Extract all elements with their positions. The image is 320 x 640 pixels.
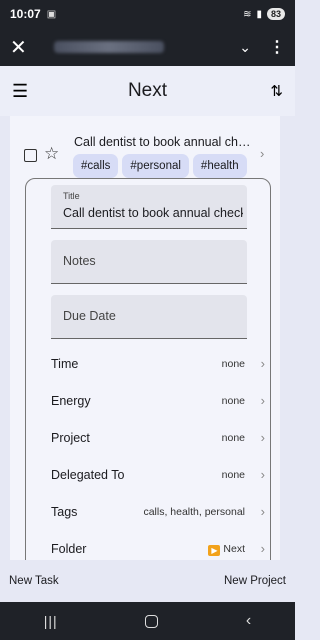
property-project[interactable]: Project none › [51, 429, 265, 449]
tag-chip[interactable]: #health [192, 154, 247, 178]
property-time[interactable]: Time none › [51, 355, 265, 375]
due-date-placeholder: Due Date [63, 309, 116, 323]
main-content: ☆ Call dentist to book annual checkup #c… [0, 116, 295, 578]
property-name: Project [51, 431, 90, 445]
screenshot-icon: ▣ [46, 8, 57, 20]
title-field-label: Title [63, 191, 80, 201]
property-value: none [221, 358, 245, 370]
chevron-right-icon[interactable]: › [260, 146, 264, 161]
folder-value: Next [223, 543, 245, 555]
more-options-icon[interactable]: ⋮ [269, 37, 285, 57]
chevron-right-icon: › [260, 541, 265, 556]
chevron-right-icon: › [260, 430, 265, 445]
property-energy[interactable]: Energy none › [51, 392, 265, 412]
property-delegated-to[interactable]: Delegated To none › [51, 466, 265, 486]
chevron-right-icon: › [260, 393, 265, 408]
chevron-right-icon: › [260, 356, 265, 371]
play-folder-icon: ▶ [208, 545, 221, 556]
property-name: Delegated To [51, 468, 125, 482]
status-bar: 10:07 ▣ ≋ ▮ 83 [0, 0, 295, 28]
hamburger-menu-icon[interactable]: ☰ [12, 81, 36, 102]
property-name: Energy [51, 394, 91, 408]
property-folder[interactable]: Folder ▶ Next › [51, 540, 265, 560]
new-project-button[interactable]: New Project [224, 575, 286, 587]
new-task-button[interactable]: New Task [9, 575, 59, 587]
due-date-field[interactable]: Due Date [51, 295, 247, 339]
star-icon[interactable]: ☆ [44, 144, 59, 164]
property-value-folder: ▶ Next [208, 543, 245, 556]
task-title[interactable]: Call dentist to book annual checkup [74, 135, 254, 149]
sync-icon[interactable]: ⇅ [259, 82, 283, 100]
signal-icon: ▮ [256, 8, 262, 20]
notes-placeholder: Notes [63, 254, 96, 268]
battery-indicator: 83 [266, 8, 285, 20]
tag-list: #calls #personal #health [73, 154, 247, 178]
title-field[interactable]: Title Call dentist to book annual checku… [51, 185, 247, 229]
tag-chip[interactable]: #personal [122, 154, 189, 178]
app-bar: ☰ Next ⇅ [0, 66, 295, 116]
property-tags[interactable]: Tags calls, health, personal › [51, 503, 265, 523]
task-row[interactable]: ☆ Call dentist to book annual checkup #c… [10, 124, 280, 184]
property-value: none [221, 395, 245, 407]
tag-chip[interactable]: #calls [73, 154, 119, 178]
title-field-value[interactable]: Call dentist to book annual checkup [63, 206, 243, 220]
notes-field[interactable]: Notes [51, 240, 247, 284]
property-name: Tags [51, 505, 78, 519]
chevron-right-icon: › [260, 504, 265, 519]
task-card: ☆ Call dentist to book annual checkup #c… [10, 116, 280, 578]
url-blurred[interactable] [54, 41, 164, 53]
property-value: none [221, 432, 245, 444]
clock: 10:07 [10, 7, 41, 21]
task-detail-panel: Title Call dentist to book annual checku… [25, 178, 271, 578]
property-value: none [221, 469, 245, 481]
page-title: Next [127, 80, 168, 101]
browser-toolbar: ✕ ⌄ ⋮ [0, 28, 295, 66]
task-checkbox[interactable] [24, 149, 37, 162]
back-icon[interactable]: ‹ [246, 612, 251, 630]
bottom-action-bar: New Task New Project [0, 560, 295, 602]
recents-icon[interactable]: ||| [44, 613, 58, 629]
system-navigation-bar: ||| ‹ [0, 602, 295, 640]
chevron-right-icon: › [260, 467, 265, 482]
status-icons: ≋ ▮ 83 [243, 8, 285, 20]
wifi-icon: ≋ [243, 8, 252, 20]
chevron-down-icon[interactable]: ⌄ [239, 39, 251, 56]
property-name: Time [51, 357, 79, 371]
property-name: Folder [51, 542, 87, 556]
property-value: calls, health, personal [143, 506, 245, 518]
close-icon[interactable]: ✕ [10, 35, 32, 60]
home-icon[interactable] [145, 614, 159, 628]
